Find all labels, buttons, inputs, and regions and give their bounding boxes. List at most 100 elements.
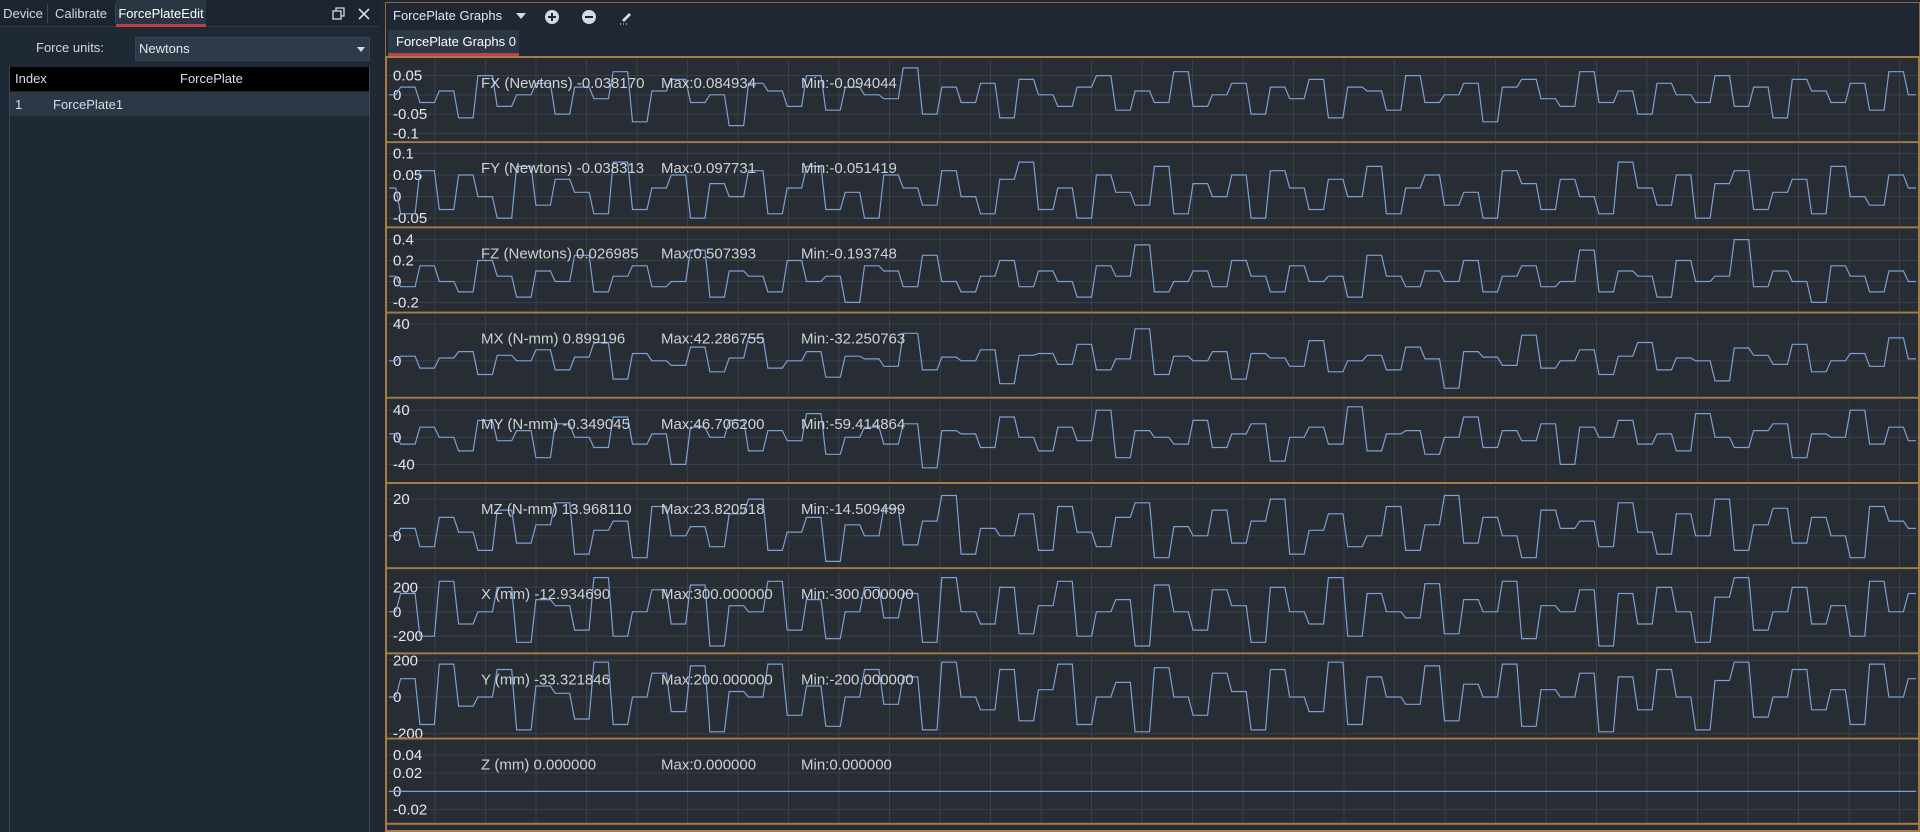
graphs-dropdown-icon[interactable] <box>516 13 526 19</box>
close-icon[interactable] <box>355 5 373 23</box>
graph-max: Max:46.706200 <box>661 416 764 433</box>
graph-min: Min:-59.414864 <box>801 416 905 433</box>
strip-separator <box>387 822 1918 825</box>
graphs-area: 0.05 0 -0.05 -0.1 FX (Newtons) -0.038170 Max:… <box>385 56 1920 832</box>
edit-graph-button[interactable] <box>616 7 636 27</box>
column-header-index[interactable]: Index <box>15 71 47 86</box>
remove-graph-button[interactable] <box>579 7 599 27</box>
y-tick-label: -0.2 <box>393 294 419 311</box>
tab-calibrate[interactable]: Calibrate <box>48 0 114 27</box>
strip-separator <box>387 226 1918 229</box>
y-tick-label: -40 <box>393 456 415 473</box>
strip-separator <box>387 652 1918 655</box>
y-tick-label: 40 <box>393 316 410 333</box>
graph-strip-7: 2000-200Y (mm) -33.321846 Max:200.000000 M… <box>387 652 1918 743</box>
graph-strip-3: 400MX (N-mm) 0.899196 Max:42.286755 Min:-3… <box>387 313 1918 399</box>
graph-strip-1: 0.10.050-0.05FY (Newtons) -0.038313 Max:0… <box>387 143 1918 229</box>
graph-background <box>387 398 1918 484</box>
add-graph-button[interactable] <box>542 7 562 27</box>
graph-min: Min:-32.250763 <box>801 331 905 348</box>
graph-background <box>387 739 1918 825</box>
pencil-icon <box>620 13 631 25</box>
y-tick-label: 200 <box>393 652 418 669</box>
y-tick-label: 0.4 <box>393 232 414 249</box>
strip-separator <box>387 141 1918 144</box>
cell-index: 1 <box>15 97 23 112</box>
graph-strip-8: 0.040.020-0.02Z (mm) 0.000000 Max:0.00000… <box>387 739 1918 825</box>
graph-max: Max:300.000000 <box>661 586 773 603</box>
table-row[interactable]: 1 ForcePlate1 <box>10 92 369 116</box>
graphs-title[interactable]: ForcePlate Graphs <box>393 8 502 23</box>
forceplate-table: Index ForcePlate 1 ForcePlate1 <box>9 67 370 832</box>
tab-device[interactable]: Device <box>0 0 46 27</box>
force-units-select[interactable]: Newtons <box>135 37 370 61</box>
graphs-toolbar: ForcePlate Graphs <box>385 2 1920 29</box>
strip-separator <box>387 567 1918 570</box>
y-tick-label: 0.02 <box>393 765 422 782</box>
tab-forceplate-graphs-0[interactable]: ForcePlate Graphs 0 <box>388 30 519 56</box>
graph-max: Max:23.820518 <box>661 501 764 518</box>
graph-min: Min:-0.193748 <box>801 245 897 262</box>
column-header-forceplate[interactable]: ForcePlate <box>180 71 243 86</box>
graph-title: FY (Newtons) -0.038313 <box>481 160 644 177</box>
cell-forceplate: ForcePlate1 <box>53 97 124 112</box>
y-tick-label: 0.2 <box>393 253 414 270</box>
y-tick-label: 40 <box>393 402 410 419</box>
graph-title: X (mm) -12.934690 <box>481 586 610 603</box>
force-units-label: Force units: <box>36 40 104 55</box>
graph-title: MY (N-mm) -0.349045 <box>481 416 630 433</box>
force-units-row: Force units: Newtons <box>0 36 379 62</box>
y-tick-label: 20 <box>393 491 410 508</box>
y-tick-label: 0.05 <box>393 167 422 184</box>
restore-window-icon[interactable] <box>329 5 347 23</box>
graph-title: FX (Newtons) -0.038170 <box>481 75 644 92</box>
y-tick-label: 0.1 <box>393 146 414 163</box>
graph-strip-5: 200MZ (N-mm) 13.968110 Max:23.820518 Min:-… <box>387 484 1918 570</box>
graph-title: MX (N-mm) 0.899196 <box>481 331 625 348</box>
graph-max: Max:0.084934 <box>661 75 756 92</box>
graph-background <box>387 58 1918 144</box>
force-units-value: Newtons <box>139 41 190 56</box>
graph-strip-0: 0.050-0.05-0.1FX (Newtons) -0.038170 Max:… <box>387 58 1918 144</box>
graphs-subtab-bar: ForcePlate Graphs 0 <box>385 29 1920 56</box>
graph-title: FZ (Newtons) 0.026985 <box>481 245 639 262</box>
graph-min: Min:0.000000 <box>801 757 892 774</box>
minus-circle-icon <box>582 10 596 24</box>
graph-background <box>387 484 1918 570</box>
graph-strip-6: 2000-200X (mm) -12.934690 Max:300.000000 M… <box>387 569 1918 655</box>
graphs-canvas[interactable]: 0.050-0.05-0.1FX (Newtons) -0.038170 Max:… <box>387 58 1918 830</box>
strip-separator <box>387 737 1918 740</box>
graph-max: Max:200.000000 <box>661 671 773 688</box>
graph-min: Min:-14.509499 <box>801 501 905 518</box>
graph-min: Min:-0.051419 <box>801 160 897 177</box>
table-header: Index ForcePlate <box>10 67 369 91</box>
graph-title: MZ (N-mm) 13.968110 <box>481 501 632 518</box>
strip-separator <box>387 311 1918 314</box>
graph-min: Min:-0.094044 <box>801 75 897 92</box>
y-tick-label: -0.05 <box>393 210 427 227</box>
graph-strip-2: 0.40.20-0.2FZ (Newtons) 0.026985 Max:0.50… <box>387 228 1918 314</box>
plus-circle-icon <box>545 10 559 24</box>
y-tick-label: 0.05 <box>393 68 422 85</box>
strip-separator <box>387 482 1918 484</box>
graph-max: Max:0.507393 <box>661 245 756 262</box>
forceplate-graphs-panel: ForcePlate Graphs ForcePlate Graphs 0 0.… <box>381 0 1920 832</box>
chevron-down-icon <box>357 47 365 52</box>
y-tick-label: -0.05 <box>393 106 427 123</box>
left-tab-bar: Device Calibrate ForcePlateEdit <box>0 0 379 27</box>
strip-separator <box>387 396 1918 399</box>
graph-max: Max:0.097731 <box>661 160 756 177</box>
graph-strip-4: 400-40MY (N-mm) -0.349045 Max:46.706200 Mi… <box>387 398 1918 484</box>
graph-max: Max:42.286755 <box>661 331 764 348</box>
y-tick-label: 0.04 <box>393 747 422 764</box>
y-tick-label: -0.1 <box>393 125 419 142</box>
y-tick-label: -0.02 <box>393 802 427 819</box>
graph-title: Z (mm) 0.000000 <box>481 757 596 774</box>
tab-forceplateedit[interactable]: ForcePlateEdit <box>116 0 206 27</box>
graph-min: Min:-300.000000 <box>801 586 914 603</box>
forceplate-edit-panel: Device Calibrate ForcePlateEdit Force un… <box>0 0 379 832</box>
y-tick-label: -200 <box>393 628 423 645</box>
graph-title: Y (mm) -33.321846 <box>481 671 610 688</box>
graph-max: Max:0.000000 <box>661 757 756 774</box>
graph-min: Min:-200.000000 <box>801 671 914 688</box>
